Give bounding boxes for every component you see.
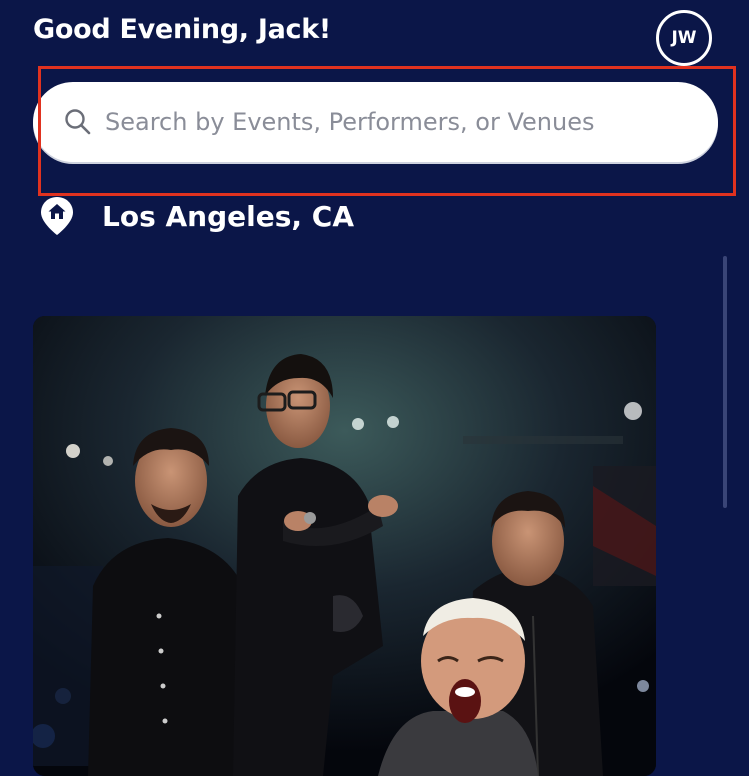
user-avatar-button[interactable]: JW bbox=[656, 10, 712, 66]
scrollbar[interactable] bbox=[723, 256, 727, 508]
greeting-heading: Good Evening, Jack! bbox=[33, 14, 331, 45]
location-home-pin-icon bbox=[41, 197, 73, 235]
band-group-photo bbox=[33, 316, 656, 776]
search-input[interactable] bbox=[105, 108, 705, 136]
location-label: Los Angeles, CA bbox=[102, 199, 354, 233]
featured-event-card[interactable] bbox=[33, 316, 656, 776]
search-bar[interactable] bbox=[33, 82, 718, 162]
search-icon bbox=[65, 109, 91, 135]
location-selector[interactable]: Los Angeles, CA bbox=[40, 196, 354, 236]
